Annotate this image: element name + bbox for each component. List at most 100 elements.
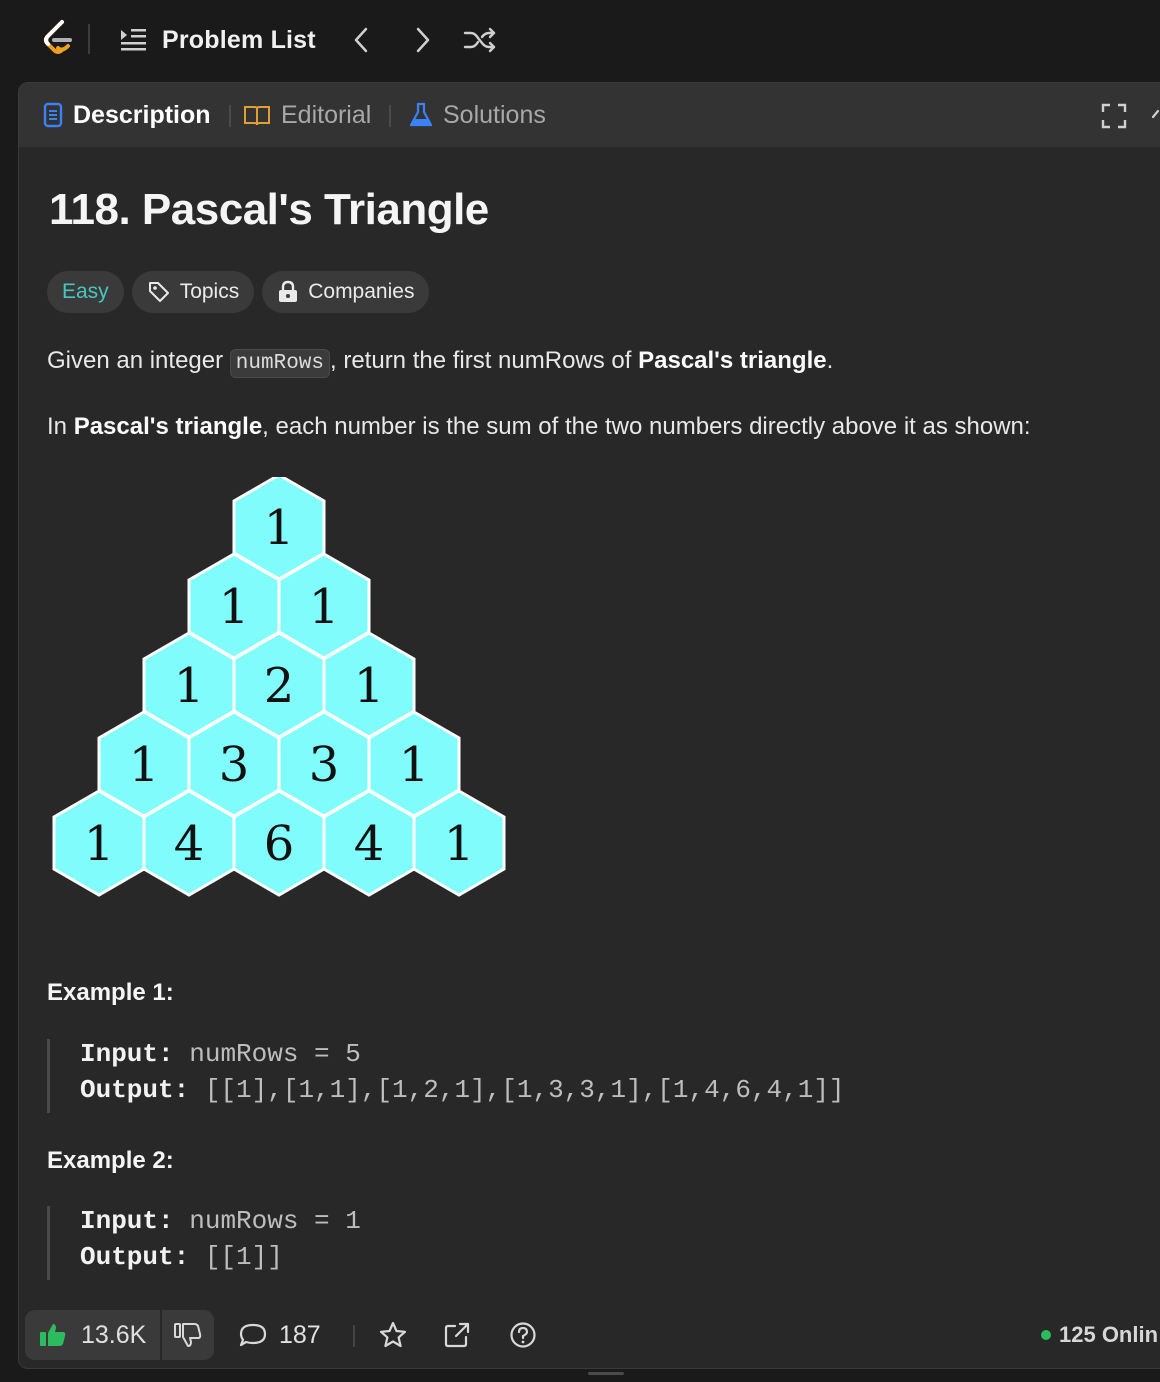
lock-icon xyxy=(279,280,298,302)
triangle-cell-value: 6 xyxy=(264,816,295,872)
footer-divider xyxy=(353,1325,355,1347)
triangle-cell-value: 1 xyxy=(399,737,430,793)
triangle-cell-value: 1 xyxy=(129,737,160,793)
problem-tags: Easy Topics Companies xyxy=(47,271,430,313)
triangle-cell-value: 1 xyxy=(444,816,475,872)
tab-divider xyxy=(389,105,391,127)
triangle-cell-value: 4 xyxy=(354,816,385,872)
list-icon xyxy=(121,29,146,51)
resize-handle[interactable] xyxy=(588,1372,624,1375)
tab-solutions[interactable]: Solutions xyxy=(409,83,546,147)
description-paragraph-2: In Pascal's triangle, each number is the… xyxy=(47,413,1031,441)
thumbs-up-icon xyxy=(40,1324,66,1346)
p2-text-pre: In xyxy=(47,413,74,440)
like-count: 13.6K xyxy=(81,1320,147,1349)
input-key: Input: xyxy=(80,1206,174,1236)
tab-editorial[interactable]: Editorial xyxy=(243,83,371,147)
input-value: numRows = 1 xyxy=(189,1206,361,1236)
chevron-left-icon xyxy=(354,27,368,53)
tab-description-label: Description xyxy=(73,100,211,129)
output-key: Output: xyxy=(80,1075,190,1105)
dislike-button[interactable] xyxy=(160,1310,214,1360)
description-icon xyxy=(43,102,63,128)
chevron-right-icon xyxy=(416,27,430,53)
help-icon xyxy=(510,1322,536,1348)
problem-content: 118. Pascal's Triangle Easy Topics Compa… xyxy=(19,147,1160,1307)
p1-bold: Pascal's triangle xyxy=(638,347,827,374)
comment-icon xyxy=(239,1323,267,1347)
p1-text-pre: Given an integer xyxy=(47,347,230,374)
triangle-cell-value: 1 xyxy=(264,500,295,556)
pascal-triangle-image: 11 11 2 11 3 3 11 4 6 4 1 xyxy=(52,477,506,897)
description-paragraph-1: Given an integer numRows, return the fir… xyxy=(47,347,834,378)
online-count: 125 Onlin xyxy=(1059,1322,1159,1347)
tab-editorial-label: Editorial xyxy=(281,100,372,129)
top-nav-bar: Problem List xyxy=(0,0,1160,80)
collapse-icon[interactable] xyxy=(1151,103,1160,123)
output-key: Output: xyxy=(80,1242,190,1272)
example-2-output: Output: [[1]] xyxy=(80,1242,283,1272)
previous-problem-button[interactable] xyxy=(344,22,380,58)
topics-button[interactable]: Topics xyxy=(131,271,255,313)
p2-text-post: , each number is the sum of the two numb… xyxy=(262,413,1031,440)
inline-code-numrows: numRows xyxy=(229,349,330,378)
favorite-button[interactable] xyxy=(379,1310,407,1360)
triangle-cell-value: 1 xyxy=(354,658,385,714)
p2-bold: Pascal's triangle xyxy=(73,413,263,440)
tag-icon xyxy=(148,282,169,302)
online-dot-icon xyxy=(1041,1330,1051,1340)
random-problem-button[interactable] xyxy=(462,22,498,58)
triangle-cell-value: 1 xyxy=(174,658,205,714)
example-1-block: Input: numRows = 5 Output: [[1],[1,1],[1… xyxy=(47,1039,850,1113)
triangle-cell-value: 3 xyxy=(309,737,340,793)
book-icon xyxy=(244,106,270,126)
difficulty-badge: Easy xyxy=(47,271,124,313)
triangle-cell-value: 4 xyxy=(174,816,205,872)
comment-count: 187 xyxy=(279,1320,321,1349)
thumbs-down-icon xyxy=(174,1323,202,1347)
tab-bar: Description Editorial Solutions xyxy=(19,83,1160,148)
leetcode-logo-icon[interactable] xyxy=(38,18,78,58)
input-key: Input: xyxy=(80,1039,174,1069)
p1-text-post: . xyxy=(826,347,834,374)
share-button[interactable] xyxy=(443,1310,471,1360)
example-2-heading: Example 2: xyxy=(47,1147,174,1174)
comments-button[interactable]: 187 xyxy=(239,1310,321,1360)
shuffle-icon xyxy=(463,27,496,53)
output-value: [[1],[1,1],[1,2,1],[1,3,3,1],[1,4,6,4,1]… xyxy=(204,1075,845,1105)
p1-text-mid: , return the first numRows of xyxy=(330,347,639,374)
fullscreen-icon[interactable] xyxy=(1099,101,1129,131)
example-1-input: Input: numRows = 5 xyxy=(80,1039,361,1069)
companies-label: Companies xyxy=(308,280,415,303)
problem-footer: 13.6K 187 125 Onlin xyxy=(19,1303,1160,1367)
problem-list-label: Problem List xyxy=(162,25,316,54)
problem-list-button[interactable]: Problem List xyxy=(118,20,316,60)
example-2-block: Input: numRows = 1 Output: [[1]] xyxy=(47,1206,850,1280)
online-users-indicator: 125 Onlin xyxy=(1041,1310,1158,1360)
page-title: 118. Pascal's Triangle xyxy=(49,185,489,234)
description-panel: Description Editorial Solutions 118. Pas… xyxy=(18,82,1160,1369)
like-button[interactable]: 13.6K xyxy=(25,1310,160,1360)
companies-button[interactable]: Companies xyxy=(262,271,430,313)
example-1-output: Output: [[1],[1,1],[1,2,1],[1,3,3,1],[1,… xyxy=(80,1075,845,1105)
tab-description[interactable]: Description xyxy=(43,83,211,147)
triangle-cell-value: 1 xyxy=(309,579,340,635)
triangle-cell-value: 1 xyxy=(84,816,115,872)
input-value: numRows = 5 xyxy=(189,1039,361,1069)
star-icon xyxy=(379,1321,407,1348)
help-button[interactable] xyxy=(509,1310,537,1360)
tab-divider xyxy=(229,105,231,127)
flask-icon xyxy=(409,102,433,127)
example-2-input: Input: numRows = 1 xyxy=(80,1206,361,1236)
vote-group: 13.6K xyxy=(25,1310,215,1360)
external-link-icon xyxy=(444,1322,470,1348)
difficulty-label: Easy xyxy=(62,280,109,303)
example-1-heading: Example 1: xyxy=(47,979,174,1006)
tab-solutions-label: Solutions xyxy=(443,100,546,129)
triangle-cell-value: 1 xyxy=(219,579,250,635)
output-value: [[1]] xyxy=(204,1242,283,1272)
nav-divider xyxy=(88,24,90,54)
next-problem-button[interactable] xyxy=(404,22,440,58)
triangle-cell-value: 2 xyxy=(264,658,295,714)
triangle-cell-value: 3 xyxy=(219,737,250,793)
